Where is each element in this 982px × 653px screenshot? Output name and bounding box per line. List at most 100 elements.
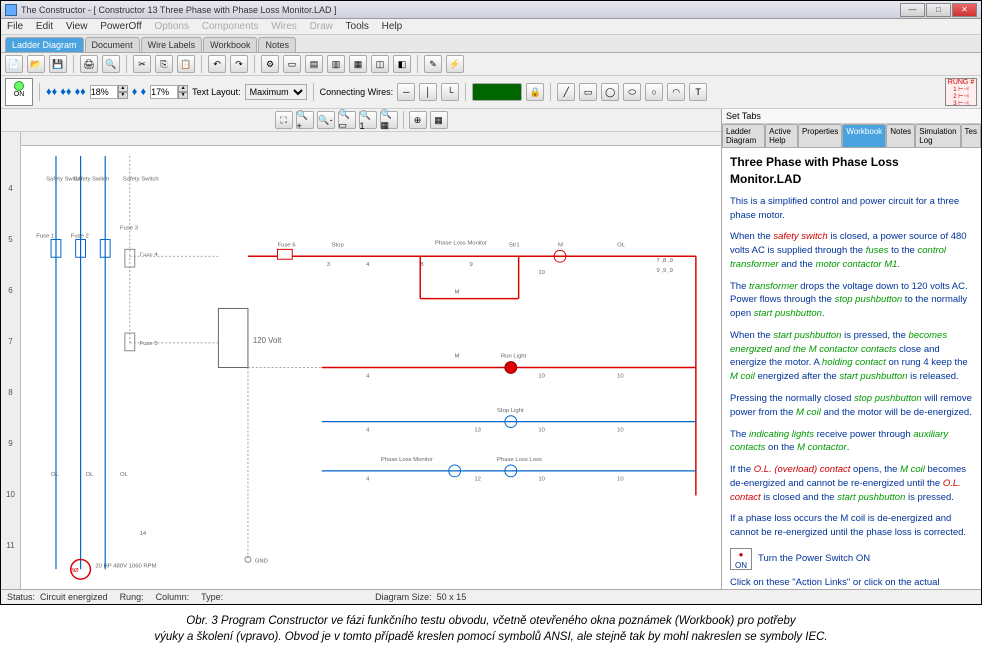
wb-p8: If a phase loss occurs the M coil is de-… [730, 512, 973, 540]
svg-text:10: 10 [617, 427, 624, 433]
zoom-fit-icon[interactable]: ⛶ [275, 111, 293, 129]
set-tabs-label[interactable]: Set Tabs [722, 109, 981, 124]
zoom2-input[interactable] [150, 85, 178, 99]
wire-v-icon[interactable]: │ [419, 83, 437, 101]
menu-options: Options [154, 21, 188, 32]
shape-round-icon[interactable]: ◯ [601, 83, 619, 101]
wire-h-icon[interactable]: ─ [397, 83, 415, 101]
tab-wire-labels[interactable]: Wire Labels [141, 37, 203, 52]
menu-edit[interactable]: Edit [36, 21, 53, 32]
svg-text:GND: GND [255, 558, 268, 564]
stab-simlog[interactable]: Simulation Log [915, 124, 960, 147]
app-icon [5, 4, 17, 16]
zoom-all-icon[interactable]: 🔍▦ [380, 111, 398, 129]
menu-file[interactable]: File [7, 21, 23, 32]
tool4-icon[interactable]: ▥ [327, 55, 345, 73]
svg-text:Phase Loss Monitor: Phase Loss Monitor [381, 457, 433, 463]
zoom2-spinner[interactable]: ▲▼ [150, 85, 188, 99]
menu-view[interactable]: View [66, 21, 88, 32]
menu-draw: Draw [310, 21, 333, 32]
zoom-sel-icon[interactable]: 🔍▭ [338, 111, 356, 129]
stab-ladder[interactable]: Ladder Diagram [722, 124, 765, 147]
tool3-icon[interactable]: ▤ [305, 55, 323, 73]
shape-line-icon[interactable]: ╱ [557, 83, 575, 101]
tool2-icon[interactable]: ▭ [283, 55, 301, 73]
stab-notes[interactable]: Notes [886, 124, 915, 147]
stab-properties[interactable]: Properties [798, 124, 842, 147]
svg-text:Str1: Str1 [509, 242, 520, 248]
svg-text:13: 13 [474, 427, 481, 433]
grid-icon[interactable]: ▦ [430, 111, 448, 129]
ruler-top [21, 132, 721, 146]
tab-workbook[interactable]: Workbook [203, 37, 257, 52]
wand2-icon[interactable]: ⚡ [446, 55, 464, 73]
svg-text:10: 10 [617, 373, 624, 379]
minimize-button[interactable]: — [900, 3, 925, 17]
svg-text:Safety Switch: Safety Switch [123, 176, 159, 182]
zoom1-input[interactable] [90, 85, 118, 99]
schematic-canvas[interactable]: 4 5 6 7 8 9 10 11 [1, 132, 721, 589]
wire-corner-icon[interactable]: └ [441, 83, 459, 101]
power-switch-icon[interactable]: ●ON [730, 548, 752, 570]
text-icon[interactable]: T [689, 83, 707, 101]
paste-icon[interactable]: 📋 [177, 55, 195, 73]
diagram-size: 50 x 15 [437, 592, 467, 602]
cut-icon[interactable]: ✂ [133, 55, 151, 73]
tool5-icon[interactable]: ▦ [349, 55, 367, 73]
shape-arc-icon[interactable]: ◠ [667, 83, 685, 101]
open-icon[interactable]: 📂 [27, 55, 45, 73]
tab-document[interactable]: Document [85, 37, 140, 52]
zoom-100-icon[interactable]: 🔍1 [359, 111, 377, 129]
color-swatch-green[interactable] [472, 83, 522, 101]
menu-wires: Wires [271, 21, 297, 32]
copy-icon[interactable]: ⎘ [155, 55, 173, 73]
svg-text:10: 10 [538, 477, 545, 483]
zoom-in-icon[interactable]: 🔍+ [296, 111, 314, 129]
maximize-button[interactable]: □ [926, 3, 951, 17]
stab-tes[interactable]: Tes [961, 124, 981, 147]
svg-text:Stop Light: Stop Light [497, 408, 524, 414]
print-icon[interactable]: 🖨 [80, 55, 98, 73]
new-icon[interactable]: 📄 [5, 55, 23, 73]
lock-icon[interactable]: 🔒 [526, 83, 544, 101]
redo-icon[interactable]: ↷ [230, 55, 248, 73]
svg-text:Stop: Stop [332, 242, 345, 248]
tool-icon[interactable]: ⚙ [261, 55, 279, 73]
status-value: Circuit energized [40, 592, 108, 602]
zoom1-spinner[interactable]: ▲▼ [90, 85, 128, 99]
toolbar-2: ON ♦♦ ♦♦ ♦♦ ▲▼ ♦ ♦ ▲▼ Text Layout: Maxim… [1, 76, 981, 109]
svg-text:Fuse 5: Fuse 5 [140, 341, 159, 347]
menu-poweroff[interactable]: PowerOff [100, 21, 142, 32]
workbook-body[interactable]: Three Phase with Phase Loss Monitor.LAD … [722, 148, 981, 589]
stab-help[interactable]: Active Help [765, 124, 798, 147]
save-icon[interactable]: 💾 [49, 55, 67, 73]
shape-ellipse-icon[interactable]: ⬭ [623, 83, 641, 101]
shape-rect-icon[interactable]: ▭ [579, 83, 597, 101]
undo-icon[interactable]: ↶ [208, 55, 226, 73]
svg-text:OL: OL [86, 472, 95, 478]
stab-workbook[interactable]: Workbook [842, 124, 886, 147]
doc-title: [ Constructor 13 Three Phase with Phase … [94, 5, 337, 15]
tab-ladder-diagram[interactable]: Ladder Diagram [5, 37, 84, 52]
power-switch[interactable]: ON [5, 78, 33, 106]
tool7-icon[interactable]: ◧ [393, 55, 411, 73]
schematic-drawing[interactable]: Safety Switch Safety Switch Safety Switc… [21, 146, 721, 589]
svg-text:10: 10 [538, 373, 545, 379]
shape-circle-icon[interactable]: ○ [645, 83, 663, 101]
preview-icon[interactable]: 🔍 [102, 55, 120, 73]
menu-tools[interactable]: Tools [346, 21, 369, 32]
svg-text:Run Light: Run Light [501, 354, 527, 360]
target-icon[interactable]: ⊕ [409, 111, 427, 129]
tab-notes[interactable]: Notes [258, 37, 296, 52]
wb-p6: The indicating lights receive power thro… [730, 428, 973, 456]
close-button[interactable]: ✕ [952, 3, 977, 17]
wand-icon[interactable]: ✎ [424, 55, 442, 73]
tool6-icon[interactable]: ◫ [371, 55, 389, 73]
main-tab-row: Ladder Diagram Document Wire Labels Work… [1, 35, 981, 53]
menu-help[interactable]: Help [382, 21, 403, 32]
menu-bar: File Edit View PowerOff Options Componen… [1, 19, 981, 35]
zoom-out-icon[interactable]: 🔍- [317, 111, 335, 129]
svg-text:3Ø: 3Ø [71, 568, 79, 574]
text-layout-select[interactable]: Maximum [245, 84, 307, 100]
status-bar: Status: Circuit energized Rung: Column: … [1, 589, 981, 604]
